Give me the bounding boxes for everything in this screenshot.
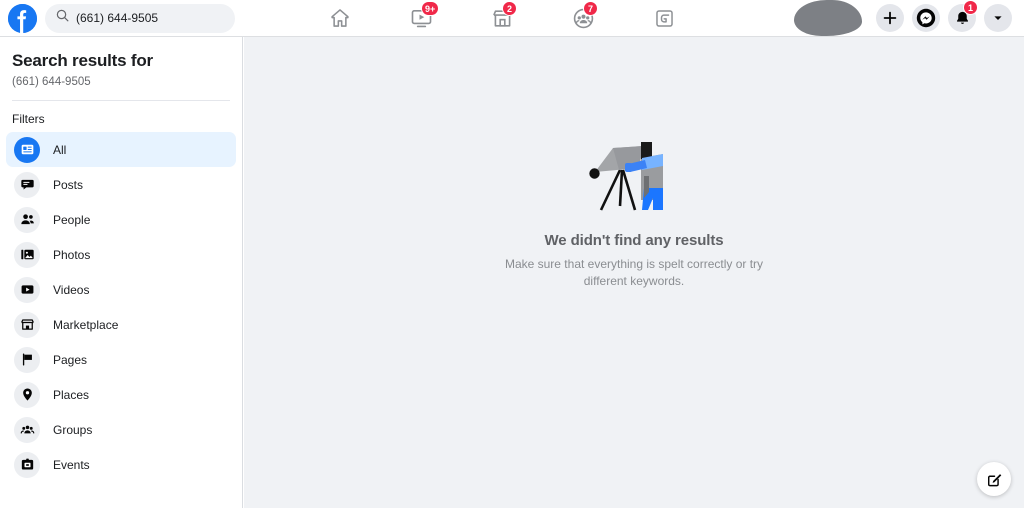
gaming-icon bbox=[654, 8, 675, 29]
sidebar-item-people[interactable]: People bbox=[6, 202, 236, 237]
sidebar-item-label: Posts bbox=[53, 177, 84, 192]
page-title: Search results for bbox=[12, 51, 153, 70]
filters-heading: Filters bbox=[12, 112, 45, 126]
people-icon bbox=[14, 206, 40, 233]
search-box[interactable] bbox=[45, 3, 235, 33]
nav-watch[interactable]: 9+ bbox=[404, 1, 440, 33]
chevron-down-icon bbox=[991, 11, 1005, 25]
sidebar-item-videos[interactable]: Videos bbox=[6, 272, 236, 307]
nav-home[interactable] bbox=[323, 3, 357, 33]
sidebar-item-label: All bbox=[53, 142, 67, 157]
sidebar-item-label: Groups bbox=[53, 422, 93, 437]
sidebar-item-label: Places bbox=[53, 387, 90, 402]
sidebar-item-pages[interactable]: Pages bbox=[6, 342, 236, 377]
messenger-icon bbox=[916, 8, 936, 28]
topbar-right-group: 1 bbox=[794, 0, 1024, 36]
events-icon bbox=[14, 451, 40, 478]
marketplace-icon bbox=[14, 311, 40, 338]
sidebar-item-label: Videos bbox=[53, 282, 90, 297]
nav-groups[interactable]: 7 bbox=[566, 1, 600, 33]
places-icon bbox=[14, 381, 40, 408]
profile-avatar-redacted bbox=[794, 0, 862, 36]
plus-icon bbox=[882, 10, 898, 26]
sidebar-item-label: Marketplace bbox=[53, 317, 119, 332]
nav-watch-badge: 9+ bbox=[421, 1, 440, 16]
search-results-panel: We didn't find any results Make sure tha… bbox=[244, 37, 1024, 508]
empty-state-subtitle: Make sure that everything is spelt corre… bbox=[504, 257, 764, 289]
compose-button[interactable] bbox=[977, 462, 1011, 496]
nav-marketplace[interactable]: 2 bbox=[485, 1, 519, 33]
groups-icon bbox=[14, 416, 40, 443]
sidebar-item-label: Pages bbox=[53, 352, 88, 367]
main-navigation: 9+ 2 7 bbox=[210, 0, 794, 37]
sidebar-item-label: Photos bbox=[53, 247, 91, 262]
messenger-button[interactable] bbox=[912, 4, 940, 32]
telescope-person-illustration bbox=[579, 132, 689, 214]
top-navigation-bar: 9+ 2 bbox=[0, 0, 1024, 37]
sidebar-item-label: Events bbox=[53, 457, 90, 472]
sidebar-item-groups[interactable]: Groups bbox=[6, 412, 236, 447]
home-icon bbox=[329, 7, 351, 29]
sidebar-item-photos[interactable]: Photos bbox=[6, 237, 236, 272]
empty-state-title: We didn't find any results bbox=[544, 232, 724, 249]
notifications-button[interactable]: 1 bbox=[948, 0, 978, 32]
videos-icon bbox=[14, 276, 40, 303]
facebook-logo[interactable] bbox=[8, 3, 37, 33]
compose-icon bbox=[986, 471, 1003, 488]
nav-groups-badge: 7 bbox=[583, 1, 598, 16]
create-button[interactable] bbox=[876, 4, 904, 32]
notifications-badge: 1 bbox=[963, 0, 978, 15]
search-icon bbox=[56, 9, 69, 27]
sidebar-item-marketplace[interactable]: Marketplace bbox=[6, 307, 236, 342]
sidebar-item-events[interactable]: Events bbox=[6, 447, 236, 482]
search-filters-sidebar: Search results for (661) 644-9505 Filter… bbox=[0, 37, 243, 508]
filter-list: All Posts People Photos Videos Marketpla… bbox=[0, 132, 242, 482]
sidebar-item-posts[interactable]: Posts bbox=[6, 167, 236, 202]
sidebar-item-places[interactable]: Places bbox=[6, 377, 236, 412]
search-query-text: (661) 644-9505 bbox=[12, 76, 91, 88]
sidebar-item-label: People bbox=[53, 212, 91, 227]
nav-marketplace-badge: 2 bbox=[502, 1, 517, 16]
sidebar-item-all[interactable]: All bbox=[6, 132, 236, 167]
empty-state: We didn't find any results Make sure tha… bbox=[244, 132, 1024, 291]
search-input[interactable] bbox=[76, 11, 224, 25]
pages-icon bbox=[14, 346, 40, 373]
all-icon bbox=[14, 136, 40, 163]
account-menu-button[interactable] bbox=[984, 4, 1012, 32]
photos-icon bbox=[14, 241, 40, 268]
nav-gaming[interactable] bbox=[647, 3, 681, 33]
posts-icon bbox=[14, 171, 40, 198]
